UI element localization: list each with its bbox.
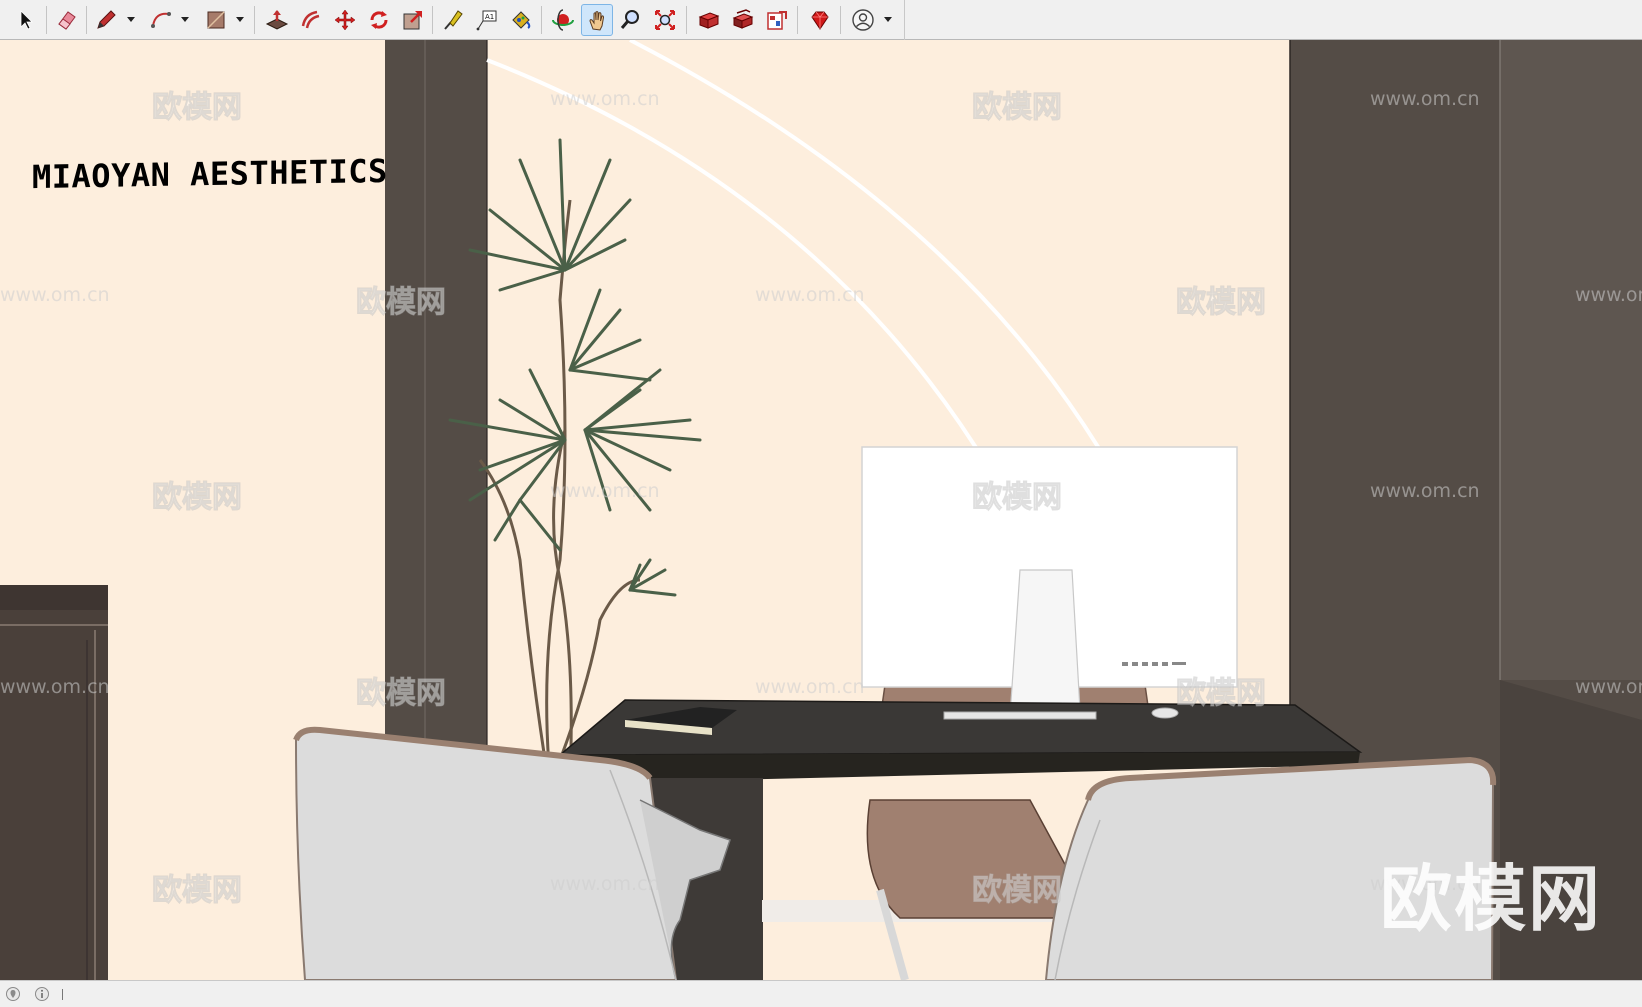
toolbar-separator — [840, 6, 841, 34]
zoom-extents-tool[interactable] — [649, 4, 681, 36]
status-divider — [62, 989, 63, 1000]
push-pull-icon — [265, 10, 289, 30]
info-icon[interactable] — [34, 986, 50, 1002]
pencil-icon — [97, 10, 116, 29]
ruby-gem-icon — [811, 11, 829, 30]
chevron-down-icon[interactable] — [178, 12, 192, 26]
rectangle-icon — [207, 11, 225, 29]
watermark-logo: 欧模网 — [1380, 857, 1603, 941]
toolbar-separator — [432, 6, 433, 34]
toolbar-separator — [46, 6, 47, 34]
shape-tool[interactable] — [200, 4, 232, 36]
wall-brand-text: MIAOYAN AESTHETICS — [32, 151, 388, 197]
scale-tool[interactable] — [397, 4, 429, 36]
text-tool[interactable]: A1 — [471, 4, 503, 36]
keyboard — [943, 711, 1097, 720]
account-button[interactable] — [847, 4, 879, 36]
push-pull-tool[interactable] — [261, 4, 293, 36]
pan-tool[interactable] — [581, 4, 613, 36]
tape-measure-icon — [444, 10, 463, 30]
user-account-icon — [852, 9, 874, 31]
main-toolbar: A1 — [0, 0, 1642, 40]
select-arrow-icon — [20, 10, 33, 30]
status-bar — [0, 980, 1642, 1007]
chevron-down-icon[interactable] — [881, 12, 895, 26]
model-viewport[interactable]: 欧模网 欧模网 欧模网 欧模网 欧模网 欧模网 欧模网 欧模网 欧模网 欧模网 … — [0, 40, 1642, 980]
toolbar-separator — [541, 6, 542, 34]
sketchup-window: A1 欧模网 欧模网 欧模网 欧模网 欧模网 欧模网 欧模网 欧模网 欧模网 欧… — [0, 0, 1642, 1007]
chevron-down-icon[interactable] — [233, 12, 247, 26]
offset-tool[interactable] — [295, 4, 327, 36]
3d-warehouse-button[interactable] — [693, 4, 725, 36]
scale-icon — [403, 11, 422, 30]
move-icon — [334, 9, 356, 31]
rotate-tool[interactable] — [363, 4, 395, 36]
warehouse-icon — [698, 12, 720, 29]
line-tool[interactable] — [90, 4, 122, 36]
tape-measure-tool[interactable] — [437, 4, 469, 36]
toolbar-separator — [797, 6, 798, 34]
chevron-down-icon[interactable] — [124, 12, 138, 26]
side-cabinet — [0, 585, 108, 980]
svg-text:A1: A1 — [485, 13, 494, 21]
office-chair-seat — [866, 799, 1069, 919]
hand-icon — [589, 11, 605, 31]
move-tool[interactable] — [329, 4, 361, 36]
geo-location-icon[interactable] — [5, 986, 21, 1002]
extension-manager-button[interactable] — [804, 4, 836, 36]
extension-warehouse-button[interactable] — [727, 4, 759, 36]
dark-wall-panel — [1500, 40, 1642, 680]
paint-bucket-icon — [512, 11, 531, 29]
arc-icon — [151, 12, 171, 28]
arc-tool[interactable] — [145, 4, 177, 36]
eraser-icon — [58, 11, 76, 30]
eraser-tool[interactable] — [51, 4, 83, 36]
layout-icon — [767, 11, 787, 30]
zoom-tool[interactable] — [615, 4, 647, 36]
extension-icon — [732, 9, 754, 29]
mouse — [1151, 707, 1179, 719]
orbit-tool[interactable] — [547, 4, 579, 36]
toolbar-separator — [86, 6, 87, 34]
wall-arc-line — [629, 40, 1114, 472]
toolbar-group: A1 — [0, 0, 905, 40]
zoom-extents-icon — [655, 10, 675, 30]
orbit-icon — [552, 9, 574, 31]
toolbar-separator — [254, 6, 255, 34]
potted-plant — [478, 199, 641, 781]
text-label-icon: A1 — [476, 10, 497, 31]
select-tool[interactable] — [10, 4, 42, 36]
magnifier-icon — [620, 10, 639, 29]
toolbar-separator — [686, 6, 687, 34]
send-to-layout-button[interactable] — [761, 4, 793, 36]
rotate-icon — [370, 11, 388, 29]
paint-bucket-tool[interactable] — [505, 4, 537, 36]
offset-icon — [301, 10, 320, 29]
